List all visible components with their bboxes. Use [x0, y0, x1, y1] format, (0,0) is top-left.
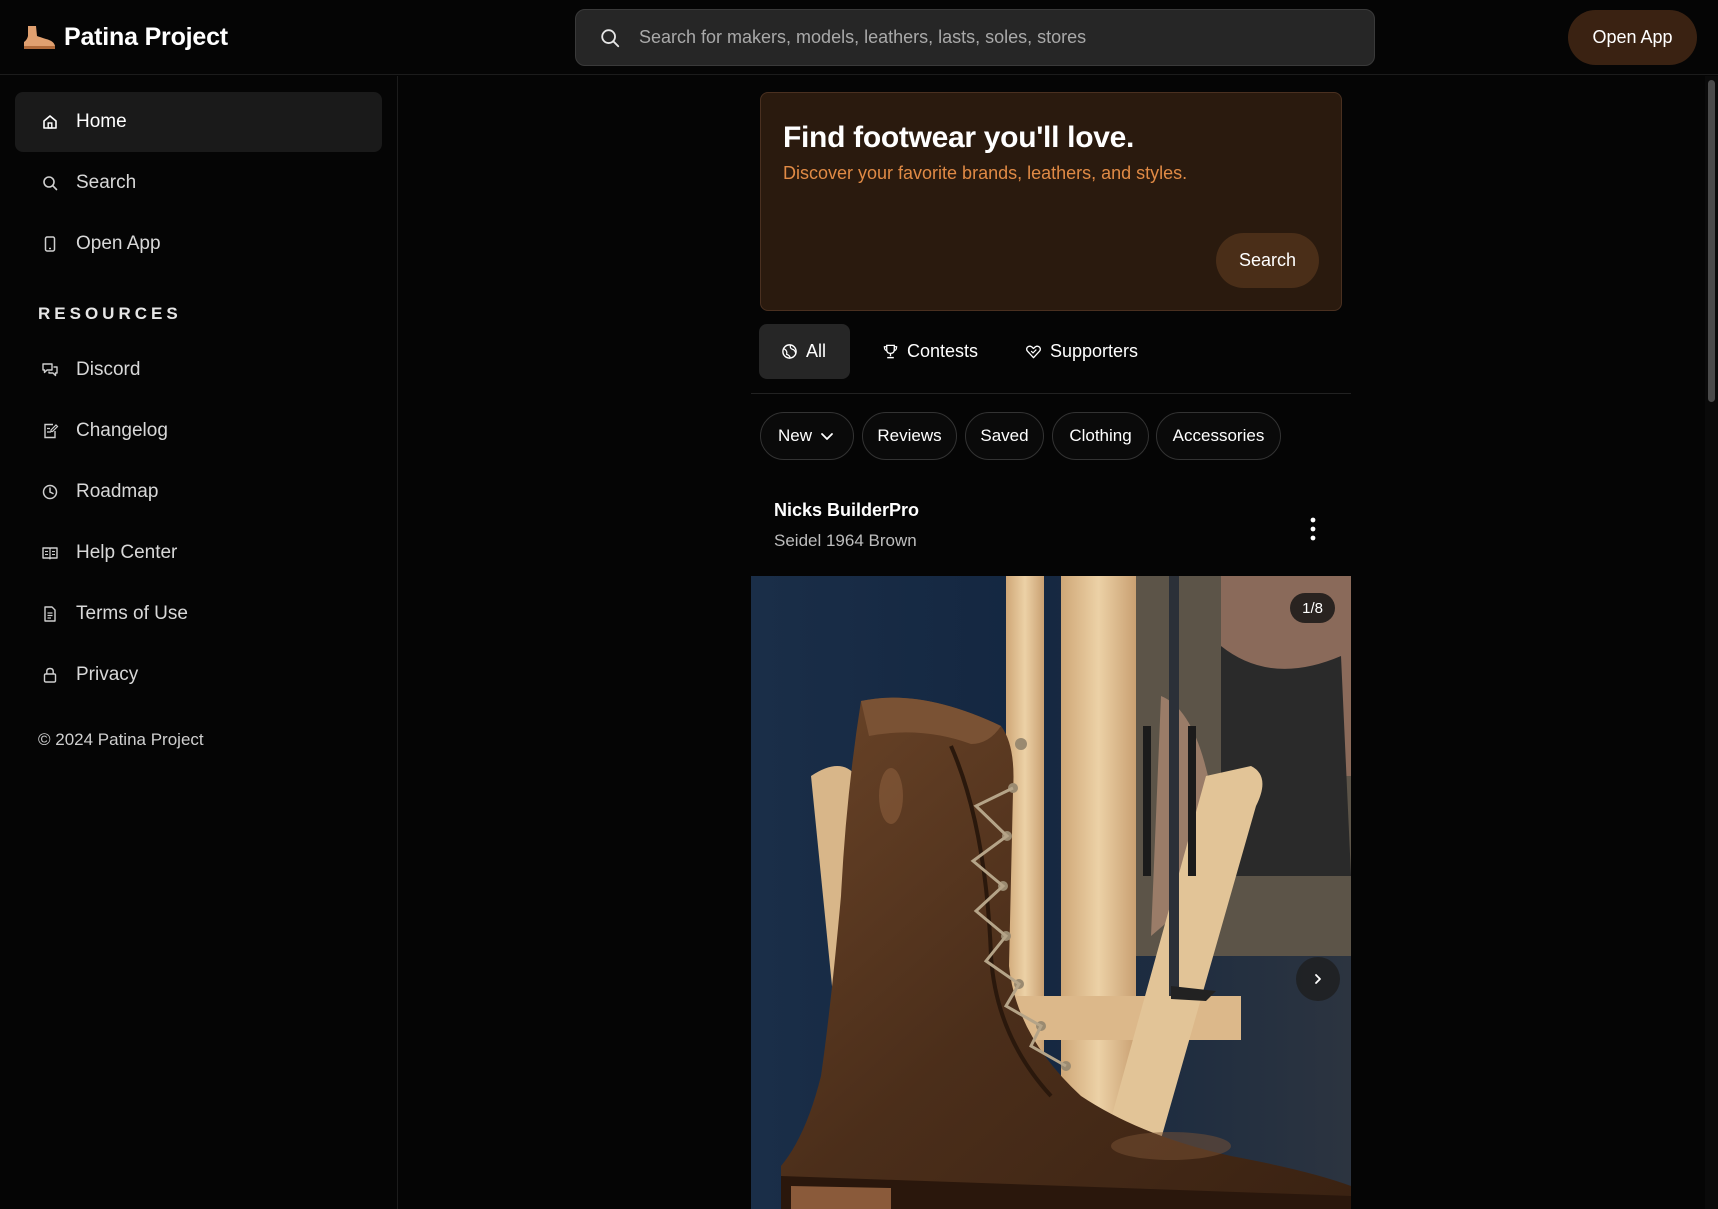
sidebar-item-label: Roadmap: [76, 481, 159, 502]
sidebar-item-search[interactable]: Search: [15, 153, 382, 213]
heart-badge-icon: [1025, 345, 1042, 359]
brand-name: Patina Project: [64, 22, 228, 51]
more-options-icon[interactable]: [1302, 514, 1324, 544]
search-icon: [43, 176, 58, 191]
global-search-bar[interactable]: [575, 9, 1375, 66]
resources-heading: RESOURCES: [38, 304, 182, 323]
post-model[interactable]: Seidel 1964 Brown: [774, 531, 919, 551]
filter-accessories[interactable]: Accessories: [1156, 412, 1281, 460]
top-bar: Patina Project Open App: [0, 0, 1718, 75]
sidebar-item-label: Discord: [76, 359, 141, 380]
main-feed: Find footwear you'll love. Discover your…: [399, 76, 1699, 1209]
sidebar-item-privacy[interactable]: Privacy: [15, 645, 382, 705]
boot-logo-icon: [24, 26, 55, 49]
search-icon: [601, 28, 620, 47]
globe-icon: [782, 344, 797, 359]
phone-icon: [44, 236, 56, 252]
search-input[interactable]: [639, 27, 1339, 48]
open-app-button[interactable]: Open App: [1568, 10, 1697, 65]
sort-label: New: [777, 426, 812, 445]
chevron-right-icon: [1315, 974, 1321, 984]
scrollbar-thumb[interactable]: [1708, 80, 1715, 402]
lock-icon: [43, 667, 57, 683]
sidebar-item-changelog[interactable]: Changelog: [15, 401, 382, 461]
sidebar-item-terms-of-use[interactable]: Terms of Use: [15, 584, 382, 644]
sidebar-item-label: Search: [76, 172, 137, 193]
image-counter: 1/8: [1290, 593, 1335, 623]
edit-list-icon: [44, 423, 59, 439]
book-icon: [42, 547, 58, 560]
hero-search-button[interactable]: Search: [1216, 233, 1319, 288]
brand[interactable]: Patina Project: [22, 20, 228, 54]
tab-all[interactable]: All: [759, 324, 850, 379]
copyright-notice: © 2024 Patina Project: [38, 730, 204, 749]
sidebar-item-label: Changelog: [76, 420, 168, 441]
sidebar-item-help-center[interactable]: Help Center: [15, 523, 382, 583]
filter-saved[interactable]: Saved: [965, 412, 1044, 460]
sidebar-item-roadmap[interactable]: Roadmap: [15, 462, 382, 522]
tab-label: All: [806, 341, 827, 361]
page-scrollbar[interactable]: [1705, 76, 1718, 1209]
sidebar-item-home[interactable]: Home: [15, 92, 382, 152]
hero-title: Find footwear you'll love.: [783, 121, 1135, 154]
filter-reviews[interactable]: Reviews: [862, 412, 957, 460]
sidebar-item-label: Help Center: [76, 542, 178, 563]
document-icon: [44, 606, 56, 622]
post-header: Nicks BuilderPro Seidel 1964 Brown: [774, 500, 919, 551]
sidebar-item-label: Terms of Use: [76, 603, 188, 624]
sidebar-item-label: Privacy: [76, 664, 139, 685]
chevron-down-icon: [821, 433, 833, 440]
hero-subtitle: Discover your favorite brands, leathers,…: [783, 163, 1188, 183]
sidebar-item-label: Open App: [76, 233, 161, 254]
feed-tabs: All Contests Supporters: [751, 324, 1351, 394]
chat-icon: [42, 363, 58, 377]
sort-dropdown[interactable]: New: [760, 412, 854, 460]
post-author[interactable]: Nicks BuilderPro: [774, 500, 919, 521]
filter-clothing[interactable]: Clothing: [1052, 412, 1149, 460]
tab-label: Contests: [907, 341, 979, 361]
trophy-icon: [883, 344, 898, 359]
tab-supporters[interactable]: Supporters: [1015, 324, 1160, 379]
tab-contests[interactable]: Contests: [872, 324, 1002, 379]
next-image-button[interactable]: [1296, 957, 1340, 1001]
post-image[interactable]: 1/8: [751, 576, 1351, 1209]
sidebar-item-discord[interactable]: Discord: [15, 340, 382, 400]
sidebar-item-open-app[interactable]: Open App: [15, 214, 382, 274]
boot-photo: [751, 576, 1351, 1209]
home-icon: [43, 115, 57, 129]
sidebar: Home Search Open App RESOURCES Discord C…: [0, 76, 398, 1209]
hero-banner: Find footwear you'll love. Discover your…: [760, 92, 1342, 311]
sidebar-item-label: Home: [76, 111, 127, 132]
tab-label: Supporters: [1050, 341, 1139, 361]
clock-icon: [42, 484, 58, 500]
